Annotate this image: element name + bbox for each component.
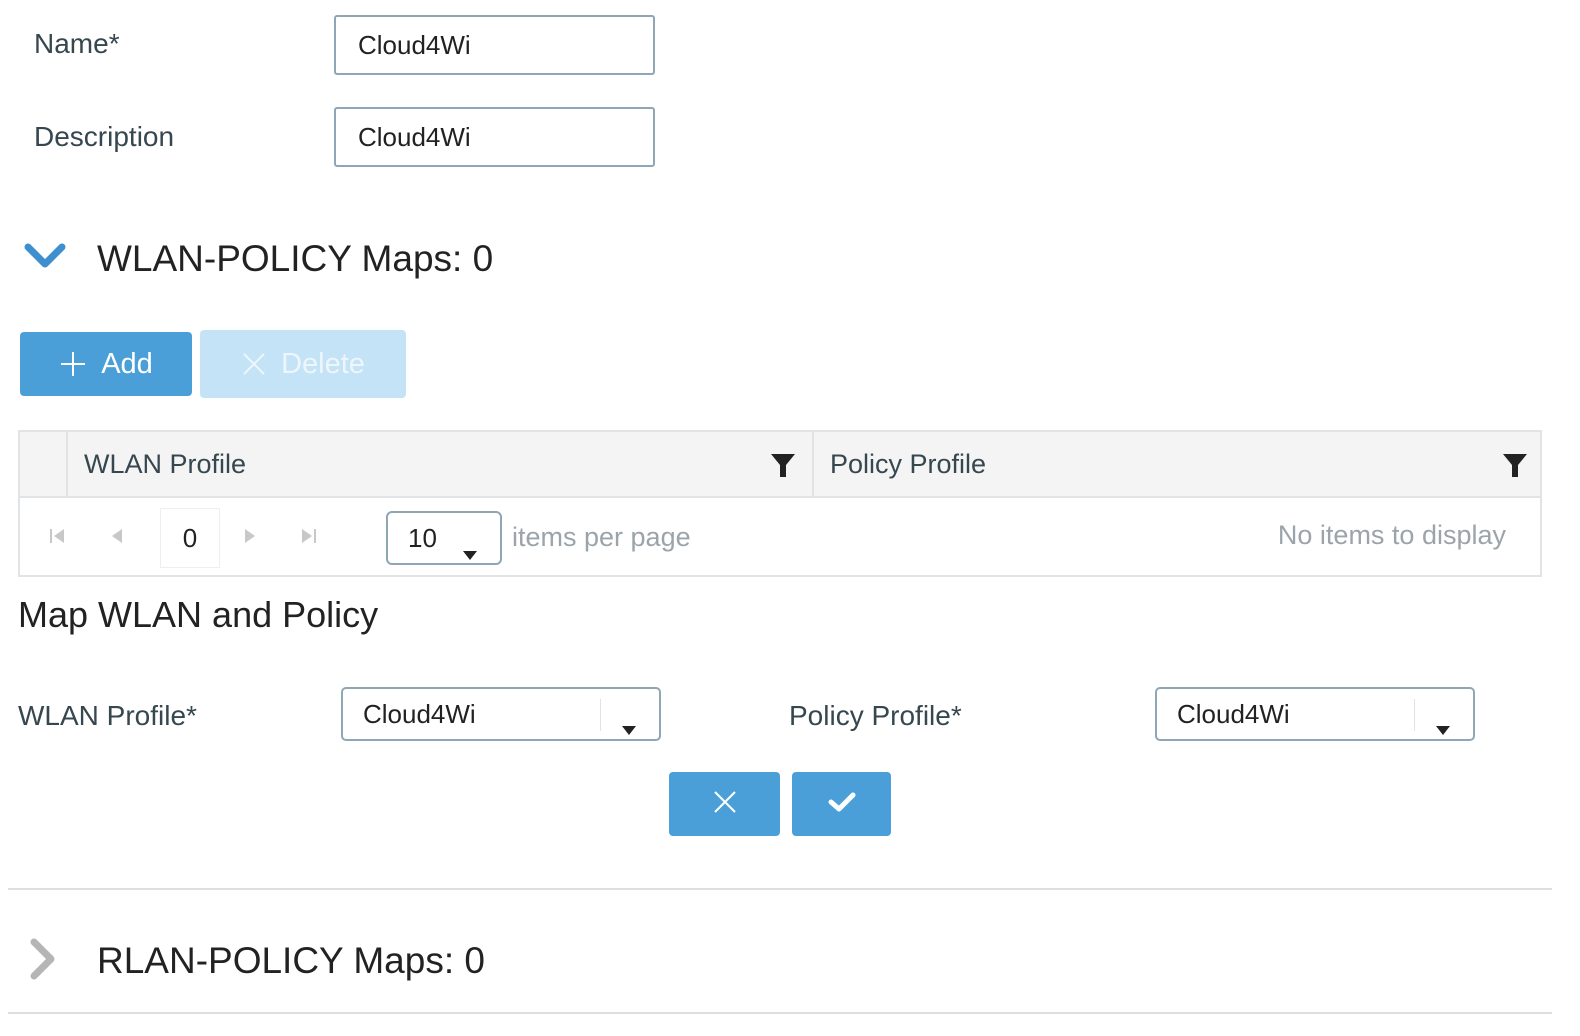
first-page-icon[interactable] (48, 525, 66, 552)
policy-profile-select[interactable]: Cloud4Wi (1155, 687, 1475, 741)
add-button[interactable]: Add (20, 332, 192, 396)
items-per-page-label: items per page (512, 522, 691, 552)
column-header-policy-profile[interactable]: Policy Profile (814, 432, 1542, 496)
plus-icon (59, 350, 87, 378)
select-divider (1414, 699, 1415, 731)
section-divider (8, 888, 1552, 890)
select-column-header[interactable] (20, 432, 68, 496)
wlan-profile-label: WLAN Profile* (18, 700, 197, 731)
column-wlan-profile-label: WLAN Profile (84, 448, 247, 479)
delete-button[interactable]: Delete (200, 330, 406, 398)
grid-pager: 0 10 items per page No items to display (20, 498, 1540, 577)
name-input[interactable] (334, 15, 655, 75)
wlan-policy-maps-title[interactable]: WLAN-POLICY Maps: 0 (97, 238, 493, 280)
description-input[interactable] (334, 107, 655, 167)
chevron-down-icon (1435, 712, 1451, 743)
confirm-button[interactable] (792, 772, 891, 836)
previous-page-icon[interactable] (109, 525, 125, 552)
close-icon (713, 790, 737, 819)
select-divider (600, 699, 601, 731)
chevron-down-icon[interactable] (24, 243, 66, 276)
column-policy-profile-label: Policy Profile (830, 448, 987, 479)
chevron-down-icon (621, 712, 637, 743)
rlan-policy-maps-title[interactable]: RLAN-POLICY Maps: 0 (97, 940, 485, 982)
map-wlan-policy-title: Map WLAN and Policy (18, 594, 379, 635)
cancel-button[interactable] (669, 772, 780, 836)
policy-profile-value: Cloud4Wi (1177, 698, 1290, 729)
next-page-icon[interactable] (242, 525, 258, 552)
policy-profile-label: Policy Profile* (789, 700, 962, 731)
check-icon (828, 791, 856, 818)
chevron-right-icon[interactable] (29, 938, 57, 985)
name-label: Name* (34, 28, 120, 59)
chevron-down-icon (462, 537, 478, 568)
wlan-profile-select[interactable]: Cloud4Wi (341, 687, 661, 741)
add-button-label: Add (101, 347, 153, 380)
close-icon (241, 351, 267, 377)
last-page-icon[interactable] (300, 525, 318, 552)
grid-header: WLAN Profile Policy Profile (20, 432, 1540, 498)
page-size-select[interactable]: 10 (386, 511, 502, 565)
section-divider (8, 1012, 1552, 1014)
wlan-profile-value: Cloud4Wi (363, 698, 476, 729)
description-label: Description (34, 121, 175, 152)
filter-icon[interactable] (1502, 452, 1528, 485)
current-page[interactable]: 0 (160, 508, 220, 568)
wlan-policy-grid: WLAN Profile Policy Profile 0 10 items p… (18, 430, 1542, 577)
no-items-message: No items to display (1277, 520, 1506, 550)
page-size-value: 10 (408, 522, 437, 553)
delete-button-label: Delete (281, 347, 365, 380)
filter-icon[interactable] (770, 452, 796, 485)
column-header-wlan-profile[interactable]: WLAN Profile (68, 432, 814, 496)
